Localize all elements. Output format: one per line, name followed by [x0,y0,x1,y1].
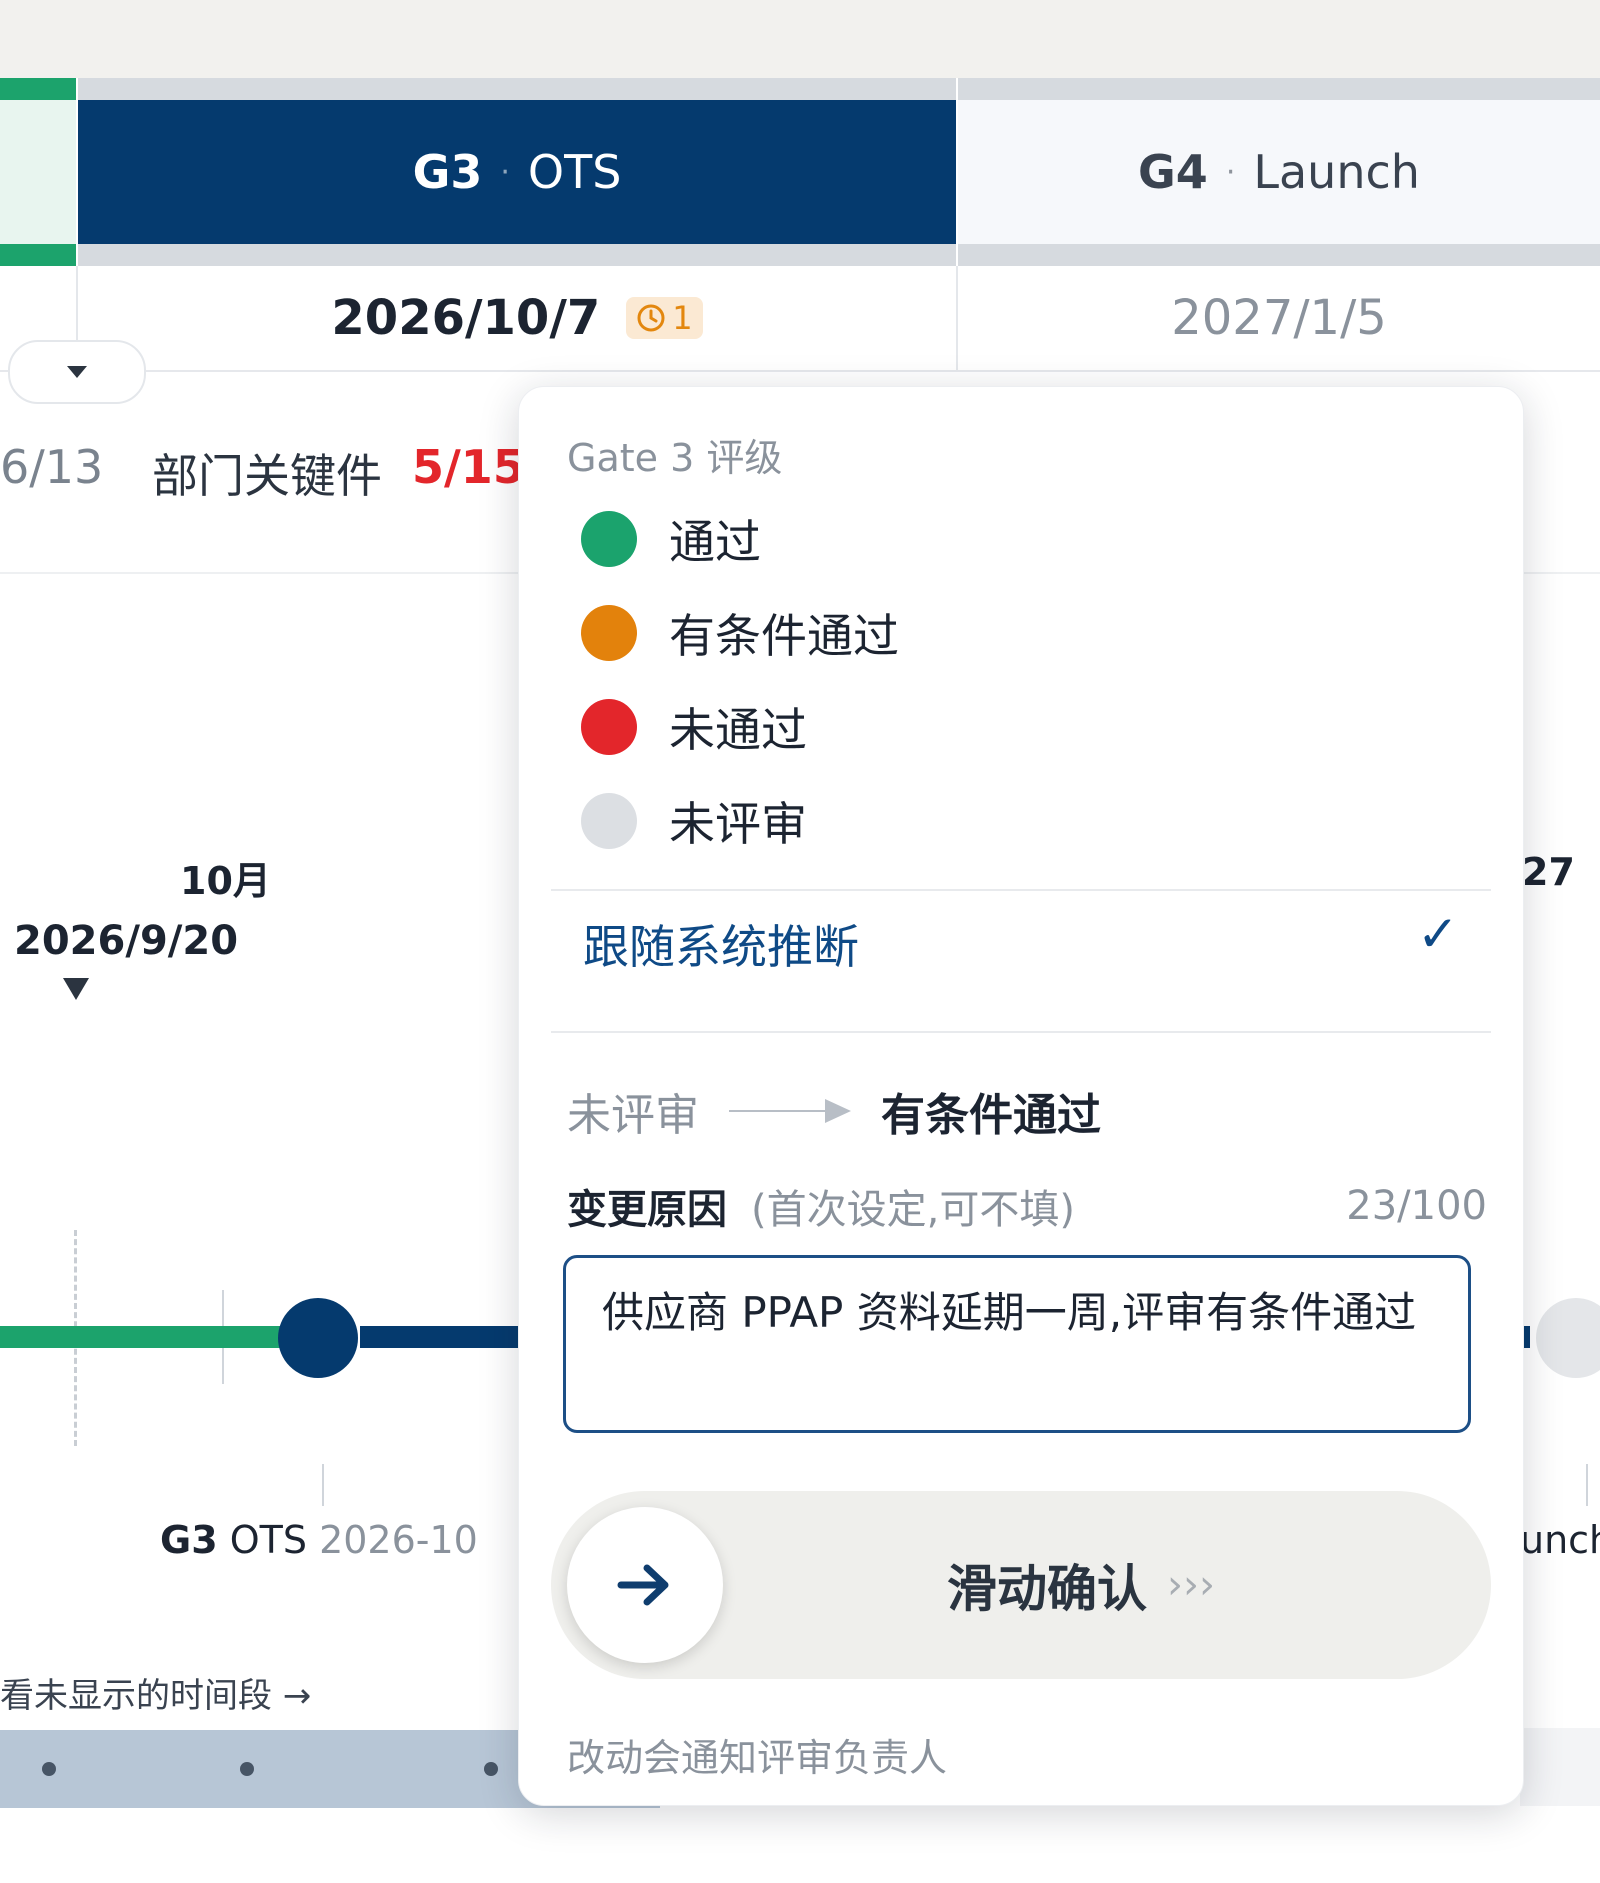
reason-label: 变更原因 [567,1187,727,1233]
year-label-fragment: 27 [1522,850,1575,894]
gate-g4-date-cell[interactable]: 2027/1/5 [958,266,1600,370]
divider [551,889,1491,891]
slider-handle[interactable] [567,1507,723,1663]
gate-g4-code: G4 [1138,145,1208,199]
reason-hint: (首次设定,可不填) [751,1187,1075,1233]
arrow-right-icon [729,1099,851,1123]
scroll-dot [240,1762,254,1776]
g3-milestone-label: G3 OTS 2026-10 [160,1518,478,1562]
popover-title: Gate 3 评级 [567,436,783,480]
check-icon: ✓ [1417,905,1459,963]
reason-header: 变更原因 (首次设定,可不填) 23/100 [567,1177,1487,1235]
gate-g3-date-cell[interactable]: 2026/10/7 1 [78,266,956,370]
timeline-progress-navy [360,1326,520,1348]
slide-to-confirm[interactable]: 滑动确认 ››› [551,1491,1491,1679]
milestone-tick [322,1464,324,1506]
gate-g2-status-bar [0,244,76,266]
follow-system-option[interactable]: 跟随系统推断 [583,911,859,977]
rating-option-label: 未通过 [669,703,807,757]
row-divider [0,370,1600,372]
collapse-toggle-button[interactable] [8,340,146,404]
g3-milestone-date: 2026-10 [319,1518,478,1562]
separator-dot: · [1225,154,1236,190]
rating-option-label: 通过 [669,515,761,569]
g3-milestone-name: OTS [229,1518,307,1562]
chevrons-right-icon: ››› [1167,1562,1215,1608]
stat-dept-count: 5/15 [412,440,525,494]
delay-warning-badge[interactable]: 1 [626,297,703,339]
status-grey-dot-icon [581,793,637,849]
gate-g4-name: Launch [1253,145,1420,199]
rating-option-not-reviewed[interactable]: 未评审 [581,781,807,861]
rating-option-pass[interactable]: 通过 [581,499,761,579]
rating-option-label: 有条件通过 [669,609,899,663]
gate-g3-track [78,244,956,266]
stat-dept-label: 部门关键件 [152,449,382,503]
status-red-dot-icon [581,699,637,755]
gate-g3-track [78,78,956,100]
g4-milestone-label-fragment: unch [1520,1518,1600,1562]
divider [551,1031,1491,1033]
g3-milestone-node[interactable] [278,1298,358,1378]
rating-option-conditional-pass[interactable]: 有条件通过 [581,593,899,673]
gate-rating-popover: Gate 3 评级 通过 有条件通过 未通过 未评审 跟随系统推断 ✓ 未评审 … [518,386,1524,1806]
clock-icon [637,304,665,332]
gate-g4-date: 2027/1/5 [1171,290,1387,346]
gate-g3-code: G3 [412,145,483,199]
reason-textarea[interactable]: 供应商 PPAP 资料延期一周,评审有条件通过 [563,1255,1471,1433]
notify-hint: 改动会通知评审负责人 [567,1736,948,1780]
timeline-progress-green [0,1326,280,1348]
milestone-tick [1586,1464,1588,1506]
status-orange-dot-icon [581,605,637,661]
reason-char-count: 23/100 [1346,1183,1487,1229]
transition-to: 有条件通过 [881,1090,1101,1141]
slide-label: 滑动确认 [947,1560,1147,1618]
today-marker-icon [63,978,89,1000]
gate-g3-date: 2026/10/7 [331,290,601,346]
gate-g3-header[interactable]: G3 · OTS [78,100,956,244]
arrow-right-icon [617,1564,669,1606]
status-green-dot-icon [581,511,637,567]
scroll-dot [484,1762,498,1776]
gate-g4-track [958,244,1600,266]
today-marker-date: 2026/9/20 [14,918,239,964]
rating-option-fail[interactable]: 未通过 [581,687,807,767]
top-band [0,0,1600,78]
rating-option-label: 未评审 [669,797,807,851]
month-label: 10月 [180,859,271,903]
gate-g2-cell[interactable] [0,78,76,266]
delay-warning-count: 1 [672,299,693,337]
caret-down-icon [67,366,87,378]
gate-g4-header[interactable]: G4 · Launch [958,100,1600,244]
g4-milestone-node[interactable] [1536,1298,1600,1378]
gate-g2-status-bar [0,78,76,100]
scroll-dot [42,1762,56,1776]
separator-dot: · [500,154,510,190]
g3-milestone-code: G3 [160,1518,218,1562]
transition-from: 未评审 [567,1090,699,1141]
scrollbar-track [1520,1728,1600,1806]
gate-g3-name: OTS [527,145,622,199]
stat-left-count: 6/13 [0,440,104,494]
show-hidden-periods-link[interactable]: 看未显示的时间段 → [0,1668,311,1717]
gate-g4-track [958,78,1600,100]
today-marker-label: 2026/9/20 [0,918,238,964]
status-transition: 未评审 有条件通过 [567,1079,1101,1143]
